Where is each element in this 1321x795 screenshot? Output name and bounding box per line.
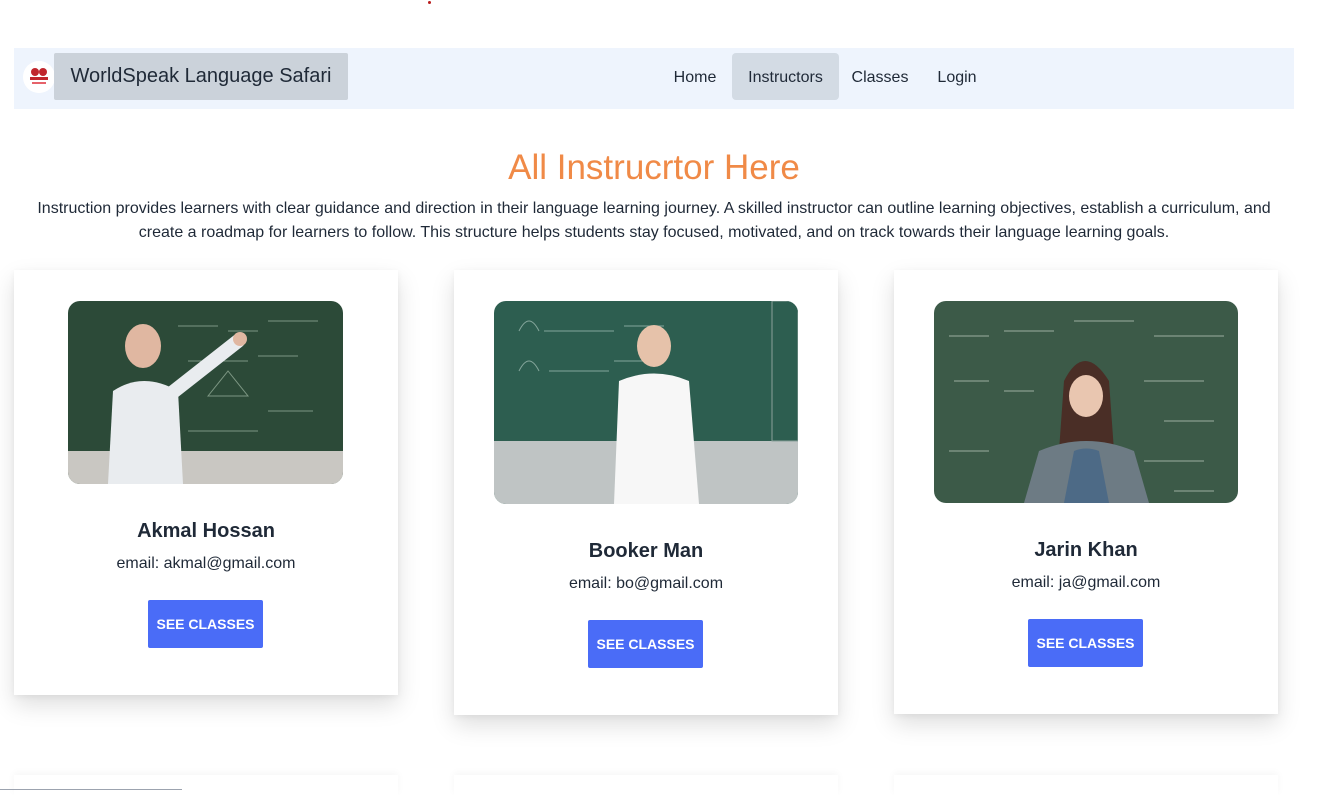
nav-classes[interactable]: Classes (840, 53, 920, 100)
instructor-name: Akmal Hossan (137, 520, 275, 542)
next-card-row (894, 775, 1278, 795)
intro-text: Instruction provides learners with clear… (37, 200, 1271, 241)
instructor-photo (68, 301, 343, 484)
see-classes-button[interactable]: SEE CLASSES (148, 600, 263, 648)
divider (0, 789, 182, 790)
brand-name[interactable]: WorldSpeak Language Safari (54, 53, 348, 100)
navbar: WorldSpeak Language Safari Home Instruct… (14, 48, 1294, 109)
see-classes-button[interactable]: SEE CLASSES (588, 620, 703, 668)
instructor-email: email: bo@gmail.com (568, 575, 724, 592)
instructor-photo (934, 301, 1238, 503)
page-title: All Instrucrtor Here (508, 148, 800, 187)
instructor-name: Booker Man (588, 540, 704, 562)
instructor-email: email: ja@gmail.com (1011, 574, 1161, 591)
instructor-card: Jarin Khan email: ja@gmail.com SEE CLASS… (894, 270, 1278, 714)
decorative-dot (428, 1, 431, 4)
instructor-card: Akmal Hossan email: akmal@gmail.com SEE … (14, 270, 398, 695)
next-card-row (454, 775, 838, 795)
instructor-photo (494, 301, 798, 504)
next-card-row (14, 775, 398, 795)
logo-icon[interactable] (23, 61, 55, 93)
see-classes-button[interactable]: SEE CLASSES (1028, 619, 1143, 667)
nav-login[interactable]: Login (922, 53, 992, 100)
instructor-name: Jarin Khan (1034, 539, 1138, 561)
instructor-card: Booker Man email: bo@gmail.com SEE CLASS… (454, 270, 838, 715)
nav-home[interactable]: Home (657, 53, 733, 100)
instructor-email: email: akmal@gmail.com (116, 555, 296, 572)
nav-instructors[interactable]: Instructors (732, 53, 839, 100)
